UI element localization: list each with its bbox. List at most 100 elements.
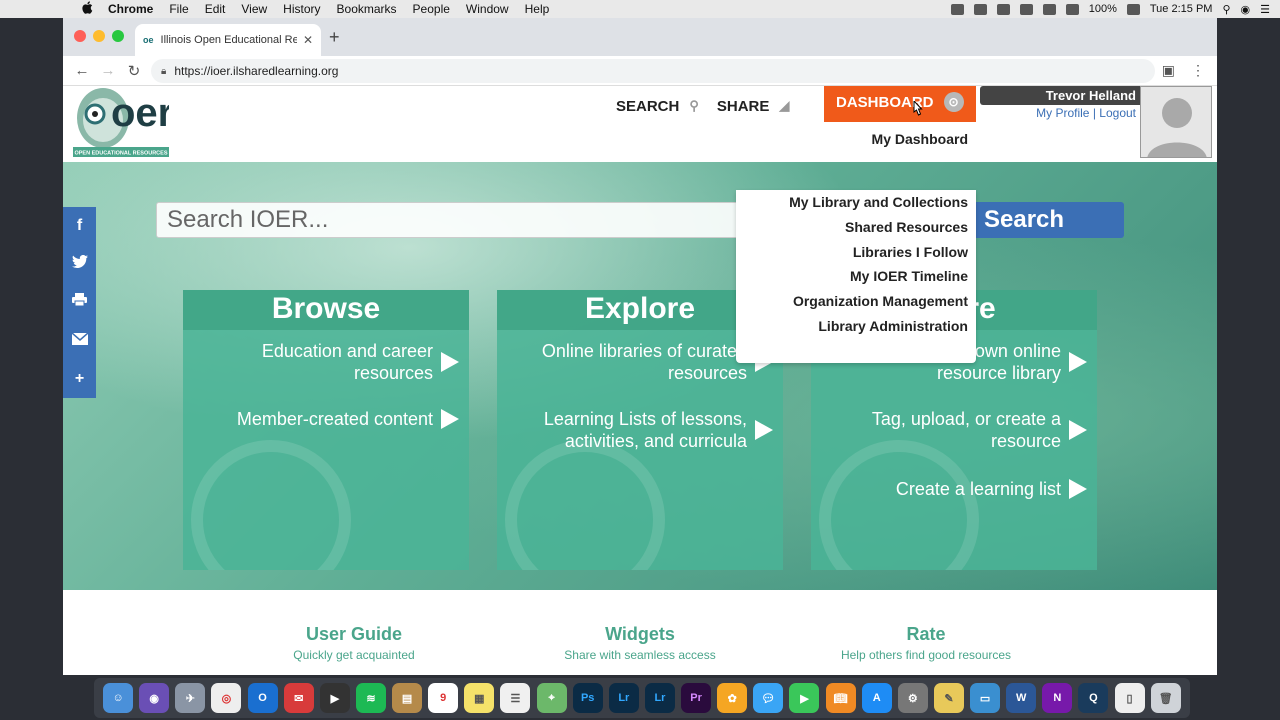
menu-history[interactable]: History [283, 2, 320, 16]
calendar-icon[interactable]: 9 [428, 683, 459, 713]
url-text[interactable]: https://ioer.ilsharedlearning.org [174, 64, 338, 78]
footer-rate-title[interactable]: Rate [806, 624, 1046, 645]
zoom-window-button[interactable] [112, 30, 124, 42]
back-icon[interactable]: ← [69, 62, 95, 79]
ioer-logo[interactable]: oer OPEN EDUCATIONAL RESOURCES [73, 86, 173, 158]
battery-icon[interactable] [1126, 3, 1140, 15]
footer-widgets-title[interactable]: Widgets [520, 624, 760, 645]
quicktime-icon[interactable]: Q [1078, 683, 1109, 713]
menu-file[interactable]: File [169, 2, 188, 16]
clock[interactable]: Tue 2:15 PM [1150, 3, 1213, 15]
reload-icon[interactable]: ↻ [121, 62, 147, 80]
footer-widgets[interactable]: Widgets Share with seamless access [520, 624, 760, 662]
play-arrow-icon[interactable] [755, 420, 773, 440]
logout-link[interactable]: Logout [1099, 106, 1136, 120]
footer-rate[interactable]: Rate Help others find good resources [806, 624, 1046, 662]
lock-icon[interactable]: 🔒︎ [161, 66, 166, 77]
apple-icon[interactable] [80, 1, 94, 17]
stickies-icon[interactable]: ▦ [464, 683, 495, 713]
spotlight-icon[interactable]: ⚲ [1222, 3, 1230, 16]
screen-sharing-icon[interactable]: ▭ [970, 683, 1001, 713]
nav-search-label[interactable]: SEARCH [616, 98, 679, 115]
volume-icon[interactable] [1065, 3, 1079, 15]
play-arrow-icon[interactable] [1069, 420, 1087, 440]
avatar[interactable] [1140, 86, 1212, 158]
play-arrow-icon[interactable] [441, 352, 459, 372]
nav-search[interactable]: SEARCH ⚲ [616, 98, 699, 115]
email-icon[interactable] [71, 332, 88, 350]
mail-icon[interactable]: ✉ [283, 683, 314, 713]
browse-title[interactable]: Browse [183, 290, 469, 330]
stickies-note-icon[interactable]: ✎ [933, 683, 964, 713]
trash-icon[interactable]: 🗑︎ [1150, 683, 1181, 713]
footer-user-guide[interactable]: User Guide Quickly get acquainted [234, 624, 474, 662]
premiere-icon[interactable]: Pr [681, 683, 712, 713]
word-icon[interactable]: W [1006, 683, 1037, 713]
dropdown-item-library-admin[interactable]: Library Administration [736, 314, 976, 339]
battery-percent[interactable]: 100% [1089, 3, 1117, 15]
messages-icon[interactable]: 💬︎ [753, 683, 784, 713]
close-window-button[interactable] [74, 30, 86, 42]
nav-dashboard[interactable]: DASHBOARD ⊙ [824, 86, 976, 122]
dropdown-item-timeline[interactable]: My IOER Timeline [736, 264, 976, 289]
onenote-icon[interactable]: N [1042, 683, 1073, 713]
play-arrow-icon[interactable] [441, 409, 459, 429]
search-button[interactable]: Search [976, 202, 1124, 238]
maps-icon[interactable]: ⌖ [536, 683, 567, 713]
dropdown-item-my-dashboard[interactable]: My Dashboard [736, 127, 976, 152]
wifi-icon[interactable] [1042, 3, 1056, 15]
menu-edit[interactable]: Edit [205, 2, 226, 16]
share-item-tag-label[interactable]: Tag, upload, or create a resource [837, 408, 1061, 452]
chrome-menu-icon[interactable]: ⋮ [1191, 62, 1205, 79]
play-arrow-icon[interactable] [1069, 352, 1087, 372]
browse-item-education[interactable]: Education and career resources [199, 340, 459, 384]
document-icon[interactable]: ▯ [1114, 683, 1145, 713]
books-icon[interactable]: 📖︎ [825, 683, 856, 713]
explore-item-lists-label[interactable]: Learning Lists of lessons, activities, a… [511, 408, 747, 452]
reminders-icon[interactable]: ☰ [500, 683, 531, 713]
dropdown-item-org-management[interactable]: Organization Management [736, 289, 976, 314]
launchpad-icon[interactable]: ✈ [175, 683, 206, 713]
final-cut-icon[interactable]: ▶ [319, 683, 350, 713]
share-item-tag[interactable]: Tag, upload, or create a resource [837, 408, 1087, 452]
menu-bookmarks[interactable]: Bookmarks [337, 2, 397, 16]
new-tab-icon[interactable]: + [329, 27, 340, 48]
extension-icon[interactable]: ▣ [1162, 62, 1175, 79]
browse-item-member[interactable]: Member-created content [199, 408, 459, 430]
notes-box-icon[interactable]: ▤ [392, 683, 423, 713]
app-tray-icon[interactable] [1019, 3, 1033, 15]
close-tab-icon[interactable]: ✕ [303, 33, 313, 47]
dropdown-item-libraries-follow[interactable]: Libraries I Follow [736, 240, 976, 265]
footer-user-guide-title[interactable]: User Guide [234, 624, 474, 645]
app-store-icon[interactable]: A [861, 683, 892, 713]
finder-icon[interactable]: ☺ [103, 683, 134, 713]
spotify-icon[interactable]: ≋ [355, 683, 386, 713]
cloud-icon[interactable] [973, 3, 987, 15]
forward-icon[interactable]: → [95, 62, 121, 79]
dropdown-item-shared-resources[interactable]: Shared Resources [736, 215, 976, 240]
explore-item-libraries-label[interactable]: Online libraries of curated resources [511, 340, 747, 384]
nav-share[interactable]: SHARE ◢ [717, 98, 790, 115]
explore-item-libraries[interactable]: Online libraries of curated resources [511, 340, 773, 384]
nav-share-label[interactable]: SHARE [717, 98, 770, 115]
outlook-icon[interactable]: O [247, 683, 278, 713]
record-icon[interactable] [950, 3, 964, 15]
more-share-icon[interactable]: + [75, 370, 84, 388]
menu-window[interactable]: Window [466, 2, 509, 16]
print-icon[interactable] [72, 293, 87, 311]
play-arrow-icon[interactable] [1069, 479, 1087, 499]
dropdown-item-library-collections[interactable]: My Library and Collections [736, 190, 976, 215]
address-bar[interactable]: 🔒︎ https://ioer.ilsharedlearning.org [151, 59, 1155, 83]
siri-icon[interactable]: ◉ [1241, 3, 1251, 16]
browser-tab[interactable]: oe Illinois Open Educational Resou ✕ [135, 24, 321, 56]
menu-view[interactable]: View [241, 2, 267, 16]
menu-help[interactable]: Help [525, 2, 550, 16]
minimize-window-button[interactable] [93, 30, 105, 42]
lightroom-classic-icon[interactable]: Lr [644, 683, 675, 713]
facetime-icon[interactable]: ▶ [789, 683, 820, 713]
my-profile-link[interactable]: My Profile [1036, 106, 1089, 120]
explore-item-lists[interactable]: Learning Lists of lessons, activities, a… [511, 408, 773, 452]
photos-icon[interactable]: ✿ [717, 683, 748, 713]
system-preferences-icon[interactable]: ⚙ [897, 683, 928, 713]
browse-item-education-label[interactable]: Education and career resources [199, 340, 433, 384]
